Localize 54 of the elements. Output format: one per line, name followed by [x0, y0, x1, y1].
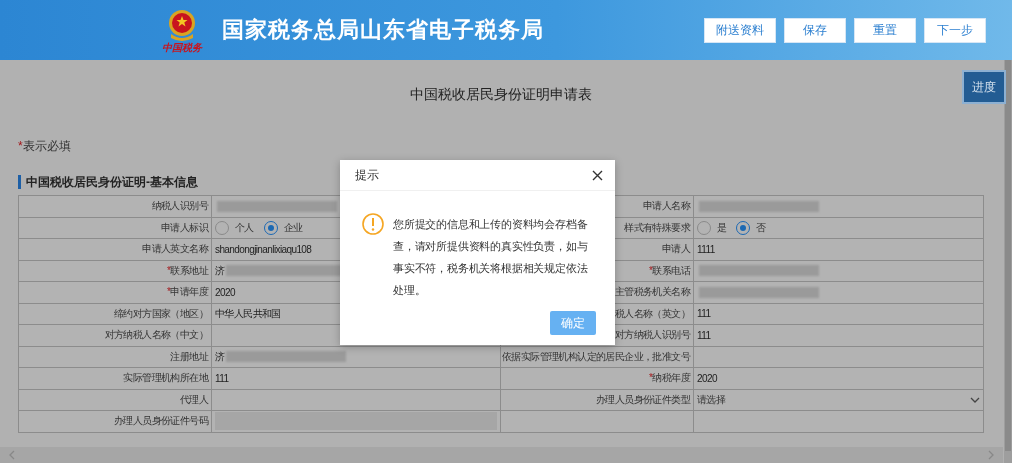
field-value: 中华人民共和国: [215, 306, 281, 321]
chevron-left-icon[interactable]: [8, 450, 16, 460]
close-button[interactable]: [592, 169, 603, 181]
field-label: 纳税人识别号: [151, 199, 208, 214]
field-label: 对方纳税人名称（中文）: [104, 328, 208, 343]
required-note: *表示必填: [18, 138, 72, 155]
radio-label[interactable]: 否: [756, 220, 766, 235]
toolbar-button[interactable]: 保存: [784, 17, 846, 43]
field-value: 2020: [697, 372, 717, 384]
field-label: 样式有特殊要求: [624, 220, 690, 235]
field-label: 税人名称（英文）: [614, 306, 690, 321]
field-label: 申请人标识: [161, 220, 208, 235]
field-label: 申请人名称: [643, 199, 690, 214]
radio-label[interactable]: 是: [717, 220, 727, 235]
field-value: 111: [215, 372, 229, 384]
field-label: 依据实际管理机构认定的居民企业，批准文号: [502, 349, 690, 364]
field-value: 1111: [697, 243, 715, 255]
caret-icon: [970, 395, 980, 404]
chevron-right-icon[interactable]: [987, 450, 995, 460]
toolbar-button[interactable]: 下一步: [924, 17, 986, 43]
form-title: 中国税收居民身份证明申请表: [410, 86, 592, 102]
scrollbar[interactable]: [0, 447, 1003, 463]
toolbar-button[interactable]: 附送资料: [704, 17, 776, 43]
field-label: 注册地址: [170, 349, 208, 364]
field-label: *联系电话: [649, 263, 690, 278]
field-label: 实际管理机构所在地: [123, 371, 208, 386]
select-field[interactable]: 请选择: [697, 392, 980, 407]
field-label: 申请人: [661, 242, 690, 257]
toolbar-button[interactable]: 重置: [854, 17, 916, 43]
progress-button[interactable]: 进度: [962, 70, 1006, 104]
field-label: 对方纳税人识别号: [614, 328, 690, 343]
field-value: 济: [215, 263, 225, 278]
field-label: *联系地址: [167, 263, 208, 278]
input-field[interactable]: [215, 412, 497, 431]
scrollbar[interactable]: [1004, 60, 1012, 463]
field-label: 办理人员身份证件号码: [114, 414, 208, 429]
field-label: 代理人: [179, 392, 208, 407]
field-value: 111: [697, 329, 711, 341]
radio-label[interactable]: 个人: [235, 220, 254, 235]
field-label: 办理人员身份证件类型: [596, 392, 690, 407]
dialog-message: 您所提交的信息和上传的资料均会存档备查，请对所提供资料的真实性负责，如与事实不符，税务机关将根据相关规定依法处理。: [393, 217, 589, 298]
field-value: 济: [215, 349, 225, 364]
field-label: *申请年度: [167, 285, 208, 300]
field-label: 主管税务机关名称: [614, 285, 690, 300]
warning-icon: [362, 213, 384, 235]
field-value: 2020: [215, 286, 235, 298]
field-label: *纳税年度: [649, 371, 690, 386]
field-label: 申请人英文名称: [142, 242, 208, 257]
radio-label[interactable]: 企业: [283, 220, 303, 235]
site-title: 国家税务总局山东省电子税务局: [222, 16, 545, 44]
logo-caption: 中国税务: [162, 41, 202, 53]
field-value: shandongjinanlixiaqu108: [215, 243, 312, 255]
field-label: 缔约对方国家（地区）: [114, 306, 208, 321]
field-value: 111: [697, 308, 711, 320]
